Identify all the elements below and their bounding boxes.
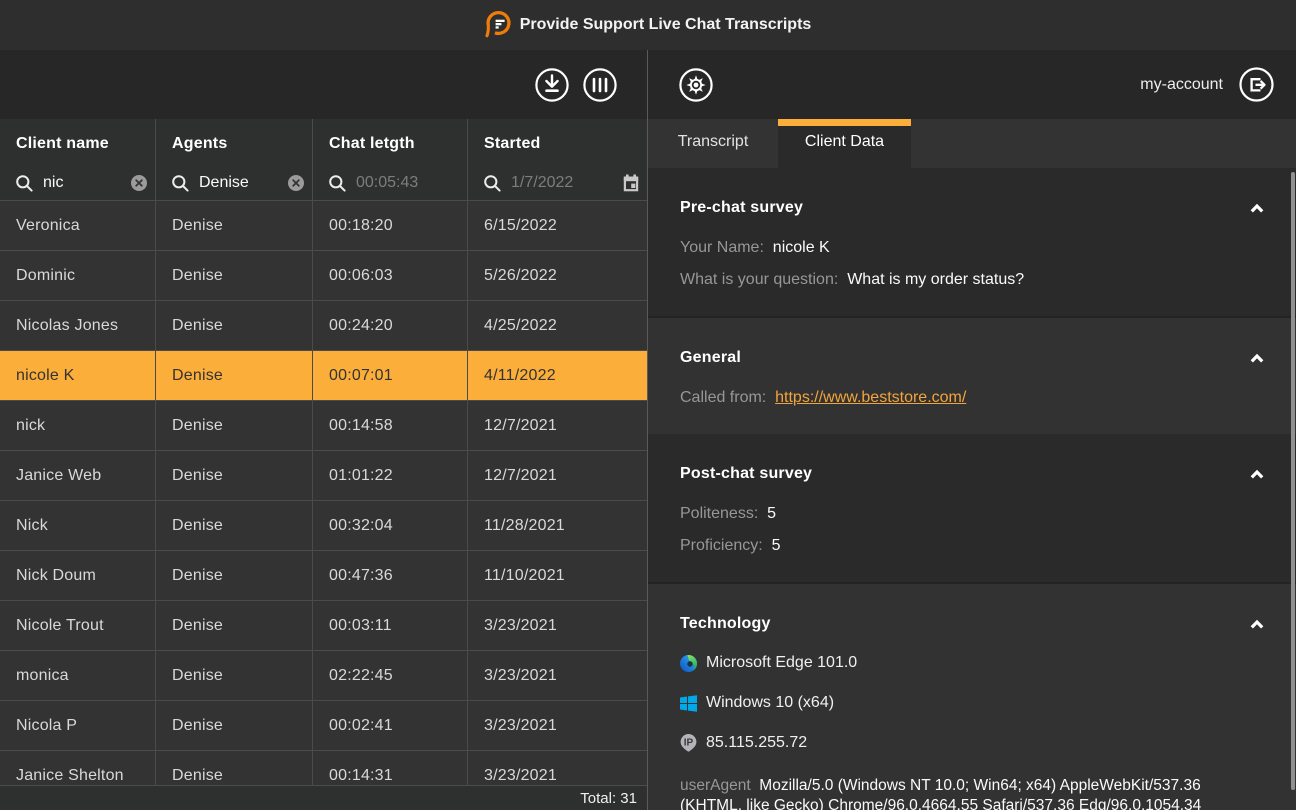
svg-text:IP: IP [684,738,694,749]
